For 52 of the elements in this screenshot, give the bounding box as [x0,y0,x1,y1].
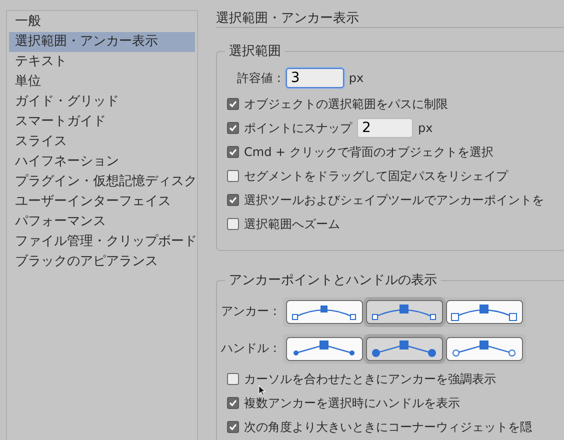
option-label: セグメントをドラッグして固定パスをリシェイプ [244,170,508,182]
option-label: カーソルを合わせたときにアンカーを強調表示 [244,372,496,386]
snap-distance-field[interactable]: 2 [357,118,413,138]
category-item[interactable]: 単位 [9,72,195,92]
section-title: 選択範囲・アンカー表示 [216,9,564,28]
category-item[interactable]: 一般 [9,12,195,32]
category-item[interactable]: ハイフネーション [9,152,195,172]
category-item[interactable]: スマートガイド [9,112,195,132]
anchor-point-icon [451,302,518,320]
checkbox[interactable] [227,218,239,230]
option-label: オブジェクトの選択範囲をパスに制限 [244,98,448,110]
option-label: 選択ツールおよびシェイプツールでアンカーポイントを [244,194,544,206]
checkbox[interactable] [227,194,239,206]
anchor-point-icon [291,302,358,320]
category-item[interactable]: ガイド・グリッド [9,92,195,112]
unit-label: px [418,122,433,134]
option-label: ポイントにスナップ [244,122,352,134]
group-title: アンカーポイントとハンドルの表示 [228,272,438,289]
anchor-point-icon [371,302,438,320]
tolerance-field[interactable]: 3 [286,68,344,88]
category-item[interactable]: ファイル管理・クリップボード [9,232,195,252]
category-item[interactable]: ユーザーインターフェイス [9,192,195,212]
checkbox[interactable] [227,373,239,385]
checkbox[interactable] [227,146,239,158]
checkbox[interactable] [227,421,239,433]
category-item[interactable]: ブラックのアピアランス [9,252,195,272]
checkbox[interactable] [227,98,239,110]
unit-label: px [348,72,364,84]
style-option-button[interactable] [286,300,363,324]
style-option-button[interactable] [286,336,363,360]
category-item[interactable]: パフォーマンス [9,212,195,232]
checkbox[interactable] [227,122,239,134]
cursor-icon [258,385,266,396]
group-title: 選択範囲 [228,43,282,60]
style-option-button[interactable] [446,336,523,360]
option-label: 次の角度より大きいときにコーナーウィジェットを隠 [244,420,532,434]
style-option-button[interactable] [446,300,523,324]
option-label: 選択範囲へズーム [244,218,340,230]
checkbox[interactable] [227,170,239,182]
category-item[interactable]: テキスト [9,52,195,72]
row-label: ハンドル : [221,342,277,355]
category-item[interactable]: 選択範囲・アンカー表示 [9,32,195,52]
handle-icon [451,340,518,358]
handle-icon [291,340,358,358]
checkbox[interactable] [227,397,239,409]
category-item[interactable]: プラグイン・仮想記憶ディスク [9,172,195,192]
row-label: アンカー : [221,305,277,318]
option-label: 複数アンカーを選択時にハンドルを表示 [244,396,460,410]
tolerance-label: 許容値 : [237,72,281,84]
option-label: Cmd + クリックで背面のオブジェクトを選択 [244,146,494,158]
category-item[interactable]: スライス [9,132,195,152]
handle-icon [371,340,438,358]
